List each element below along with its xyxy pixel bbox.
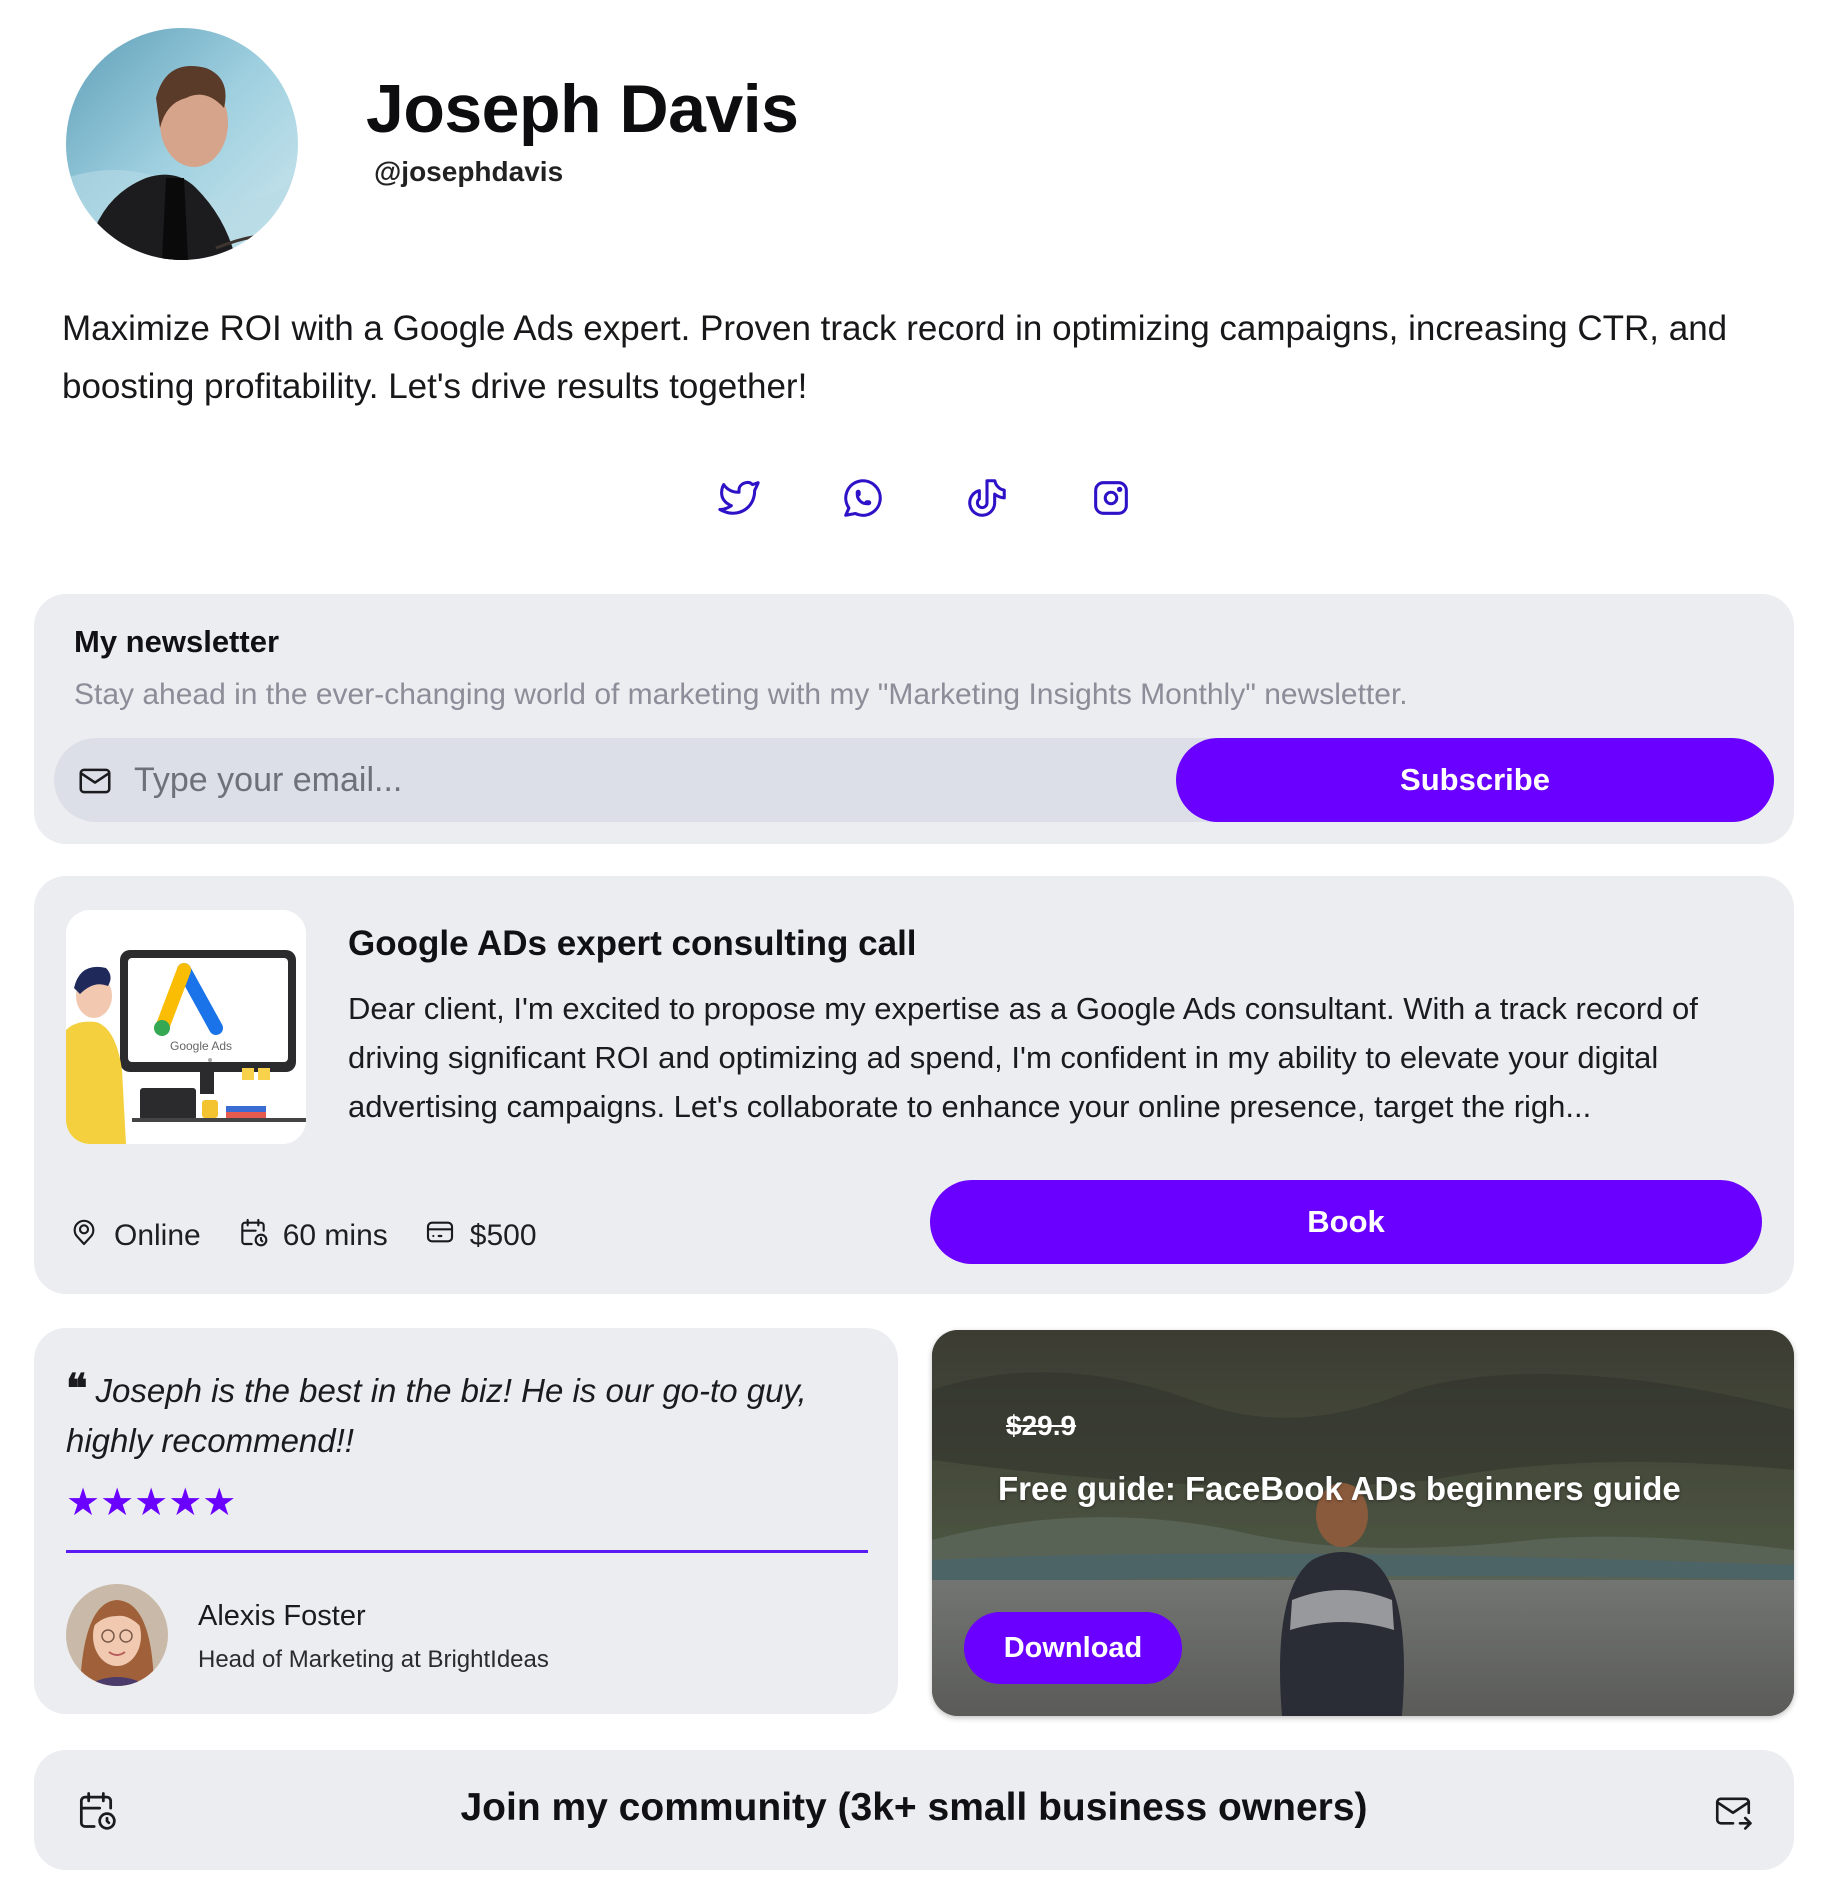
newsletter-title: My newsletter — [74, 624, 280, 659]
meta-location: Online — [68, 1216, 201, 1256]
guide-card[interactable]: $29.9 Free guide: FaceBook ADs beginners… — [932, 1330, 1794, 1716]
newsletter-description: Stay ahead in the ever-changing world of… — [74, 678, 1408, 711]
reviewer-role: Head of Marketing at BrightIdeas — [198, 1646, 549, 1673]
rating-stars: ★★★★★ — [66, 1482, 237, 1524]
guide-old-price: $29.9 — [1006, 1410, 1077, 1441]
reviewer-avatar — [66, 1584, 168, 1686]
profile-handle: @josephdavis — [374, 156, 564, 187]
testimonial-quote: ❝ Joseph is the best in the biz! He is ou… — [66, 1364, 866, 1466]
meta-duration: 60 mins — [237, 1216, 388, 1256]
testimonial-divider — [66, 1550, 868, 1553]
consulting-title: Google ADs expert consulting call — [348, 924, 917, 963]
book-button[interactable]: Book — [930, 1180, 1762, 1264]
tiktok-icon[interactable] — [963, 474, 1011, 522]
mail-icon — [76, 762, 114, 805]
reviewer-name: Alexis Foster — [198, 1600, 366, 1632]
community-title: Join my community (3k+ small business ow… — [460, 1786, 1368, 1829]
consulting-card[interactable]: Google Ads Google ADs expert consulting … — [34, 876, 1794, 1294]
instagram-icon[interactable] — [1087, 474, 1135, 522]
email-input[interactable] — [134, 748, 1134, 812]
price-text: $500 — [469, 1219, 537, 1252]
social-links — [0, 474, 1838, 522]
mail-send-icon — [1712, 1790, 1754, 1837]
email-bar: Subscribe — [54, 738, 1774, 822]
download-button[interactable]: Download — [964, 1612, 1182, 1684]
profile-avatar — [66, 28, 298, 260]
whatsapp-icon[interactable] — [839, 474, 887, 522]
google-ads-label: Google Ads — [170, 1039, 232, 1053]
consulting-image: Google Ads — [66, 910, 306, 1144]
meta-price: $500 — [424, 1216, 537, 1256]
duration-text: 60 mins — [282, 1219, 388, 1252]
subscribe-button[interactable]: Subscribe — [1176, 738, 1774, 822]
profile-bio: Maximize ROI with a Google Ads expert. P… — [62, 309, 1728, 406]
location-text: Online — [114, 1219, 201, 1252]
quote-icon: ❝ — [66, 1365, 88, 1412]
guide-title: Free guide: FaceBook ADs beginners guide — [998, 1470, 1681, 1507]
consulting-meta: Online 60 mins $500 — [68, 1216, 537, 1256]
community-card[interactable]: Join my community (3k+ small business ow… — [34, 1750, 1794, 1870]
location-pin-icon — [68, 1216, 100, 1256]
consulting-description: Dear client, I'm excited to propose my e… — [348, 991, 1698, 1124]
newsletter-card: My newsletter Stay ahead in the ever-cha… — [34, 594, 1794, 844]
twitter-icon[interactable] — [715, 474, 763, 522]
testimonial-quote-text: Joseph is the best in the biz! He is our… — [66, 1372, 807, 1459]
profile-name: Joseph Davis — [366, 71, 799, 147]
testimonial-card: ❝ Joseph is the best in the biz! He is ou… — [34, 1328, 898, 1714]
calendar-clock-icon — [237, 1216, 269, 1256]
credit-card-icon — [424, 1216, 456, 1256]
